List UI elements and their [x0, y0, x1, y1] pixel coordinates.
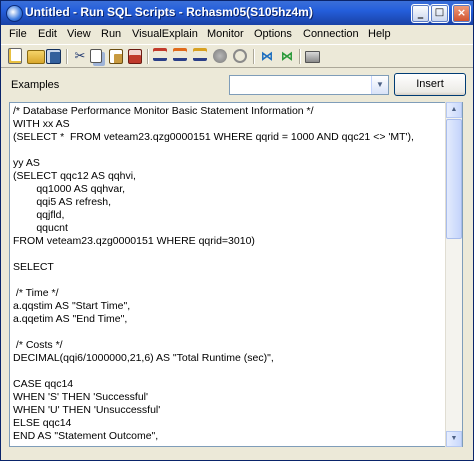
menu-visualexplain[interactable]: VisualExplain	[132, 28, 198, 40]
menu-run[interactable]: Run	[101, 28, 121, 40]
minimize-button[interactable]: _	[411, 4, 430, 23]
code-line[interactable]: (SELECT qqc12 AS qqhvi,	[13, 170, 136, 182]
examples-dropdown[interactable]: ▼	[229, 75, 389, 95]
toolbar: ✂ ⋈ ⋈	[1, 44, 473, 68]
menu-help[interactable]: Help	[368, 28, 391, 40]
chevron-down-icon[interactable]: ▼	[371, 76, 388, 94]
code-line[interactable]: WHEN 'U' THEN 'Unsuccessful'	[13, 404, 160, 416]
run-sql-scripts-window: Untitled - Run SQL Scripts - Rchasm05(S1…	[0, 0, 474, 461]
code-line[interactable]: qqi5 AS refresh,	[13, 196, 111, 208]
open-icon[interactable]	[27, 50, 45, 64]
code-line[interactable]: yy AS	[13, 157, 40, 169]
menu-file[interactable]: File	[9, 28, 27, 40]
new-icon[interactable]	[8, 48, 22, 64]
toolbar-separator	[299, 49, 301, 64]
app-icon	[6, 5, 23, 22]
save-icon[interactable]	[46, 49, 61, 64]
cut-icon[interactable]: ✂	[72, 48, 88, 64]
toolbar-separator	[66, 49, 68, 64]
insert-button[interactable]: Insert	[394, 73, 466, 96]
code-line[interactable]: ELSE qqc14	[13, 417, 71, 429]
menu-bar: File Edit View Run VisualExplain Monitor…	[1, 25, 473, 44]
window-title: Untitled - Run SQL Scripts - Rchasm05(S1…	[25, 5, 313, 19]
menu-edit[interactable]: Edit	[38, 28, 57, 40]
print-icon[interactable]	[128, 49, 142, 64]
scroll-down-icon[interactable]: ▼	[446, 431, 462, 447]
examples-label: Examples	[11, 79, 60, 91]
close-button[interactable]: ×	[452, 4, 471, 23]
code-line[interactable]: /* Time */	[13, 287, 59, 299]
copy-icon[interactable]	[90, 49, 102, 63]
code-line[interactable]: a.qqetim AS "End Time",	[13, 313, 127, 325]
paste-icon[interactable]	[109, 49, 123, 64]
code-line[interactable]: qqucnt	[13, 222, 68, 234]
run-and-explain-icon[interactable]: ⋈	[279, 48, 295, 64]
run-selected-icon[interactable]	[193, 48, 207, 61]
code-line[interactable]: a.qqstim AS "Start Time",	[13, 300, 130, 312]
code-line[interactable]: WHEN 'S' THEN 'Successful'	[13, 391, 148, 403]
cancel-icon[interactable]	[233, 49, 247, 63]
code-line[interactable]: END AS "Statement Outcome",	[13, 430, 158, 442]
code-line[interactable]: SELECT	[13, 261, 54, 273]
sql-editor[interactable]: /* Database Performance Monitor Basic St…	[9, 102, 463, 447]
explain-icon[interactable]: ⋈	[259, 48, 275, 64]
toolbar-separator	[147, 49, 149, 64]
code-line[interactable]: DECIMAL(qqi6/1000000,21,6) AS "Total Run…	[13, 352, 274, 364]
maximize-button[interactable]: □	[430, 4, 449, 23]
code-line[interactable]: (SELECT * FROM veteam23.qzg0000151 WHERE…	[13, 131, 414, 143]
vertical-scrollbar[interactable]: ▲ ▼	[445, 102, 462, 447]
run-all-icon[interactable]	[153, 48, 167, 61]
toolbar-separator	[253, 49, 255, 64]
code-line[interactable]: FROM veteam23.qzg0000151 WHERE qqrid=301…	[13, 235, 255, 247]
menu-connection[interactable]: Connection	[303, 28, 359, 40]
code-line[interactable]: /* Costs */	[13, 339, 63, 351]
menu-monitor[interactable]: Monitor	[207, 28, 244, 40]
scroll-up-icon[interactable]: ▲	[446, 102, 462, 118]
menu-view[interactable]: View	[67, 28, 91, 40]
code-line[interactable]: qqjfld,	[13, 209, 64, 221]
run-from-selected-icon[interactable]	[173, 48, 187, 61]
code-line[interactable]: WITH xx AS	[13, 118, 70, 130]
code-line[interactable]: CASE qqc14	[13, 378, 73, 390]
code-line[interactable]: /* Database Performance Monitor Basic St…	[13, 105, 314, 117]
scrollbar-thumb[interactable]	[446, 119, 462, 239]
examples-row: Examples ▼ Insert	[1, 71, 473, 101]
connection-icon[interactable]	[305, 51, 320, 63]
menu-options[interactable]: Options	[254, 28, 292, 40]
title-bar[interactable]: Untitled - Run SQL Scripts - Rchasm05(S1…	[1, 1, 473, 25]
code-line[interactable]: qq1000 AS qqhvar,	[13, 183, 125, 195]
stop-icon[interactable]	[213, 49, 227, 63]
